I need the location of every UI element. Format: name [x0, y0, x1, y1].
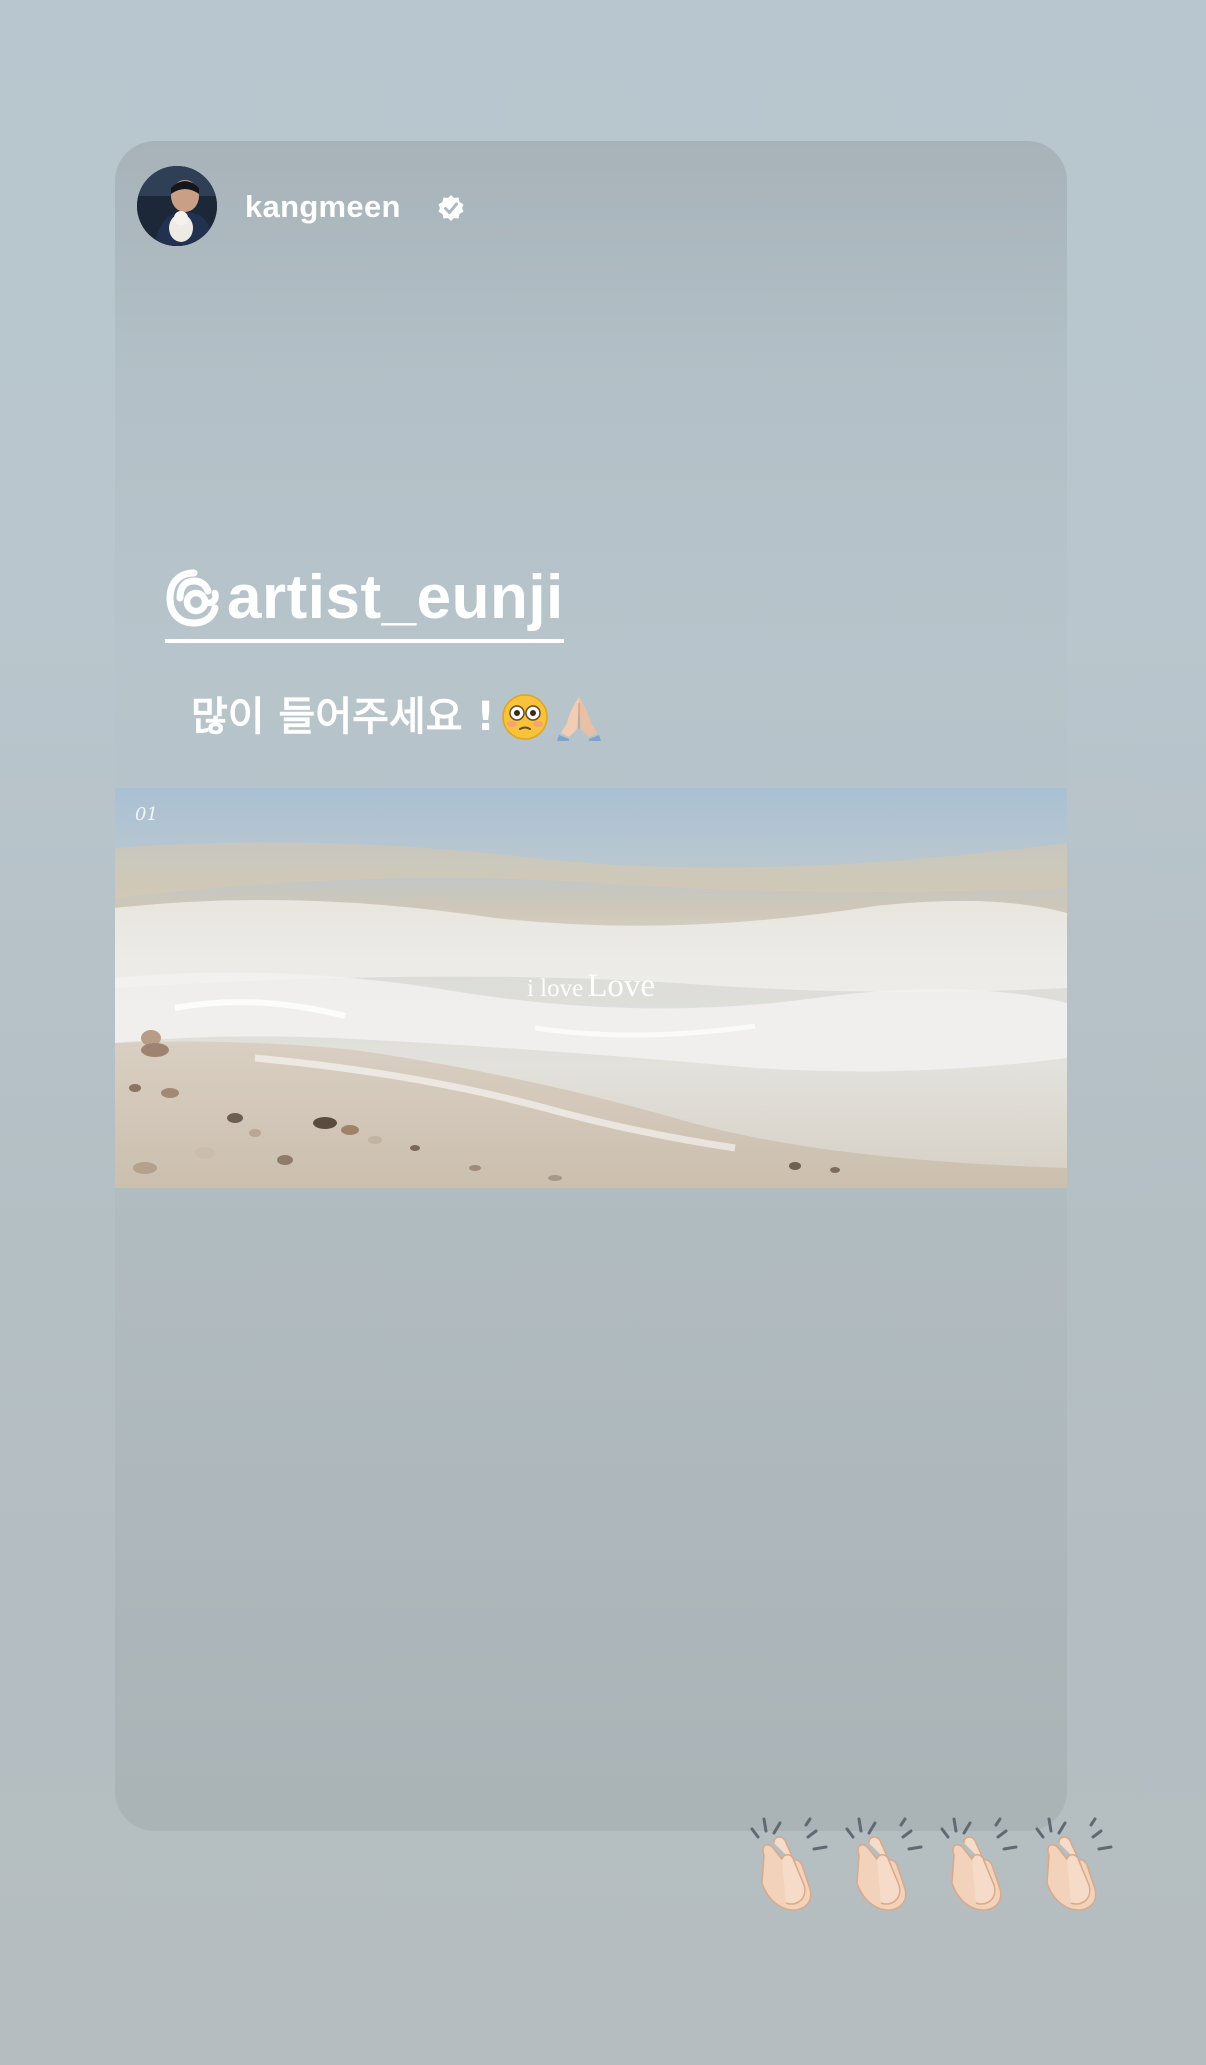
clapping-hands-sticker[interactable] — [744, 1815, 1134, 1915]
caption: 많이 들어주세요 ! — [191, 687, 603, 747]
clapping-hands-emoji — [750, 1817, 828, 1911]
mention-username: artist_eunji — [227, 563, 564, 632]
story-card: kangmeen artist_eunji 많이 들어주세요 ! 01 i lo… — [115, 141, 1067, 1831]
verified-badge-icon — [438, 195, 464, 221]
folded-hands-emoji — [556, 697, 601, 741]
username[interactable]: kangmeen — [245, 187, 401, 227]
clapping-hands-emoji — [845, 1817, 923, 1911]
flushed-face-emoji — [501, 694, 548, 740]
clapping-hands-emoji — [1035, 1817, 1113, 1911]
video-title-small: i love — [526, 975, 584, 1002]
video-title-big: Love — [587, 968, 656, 1004]
caption-text: 많이 들어주세요 ! — [191, 694, 495, 740]
mention-sticker[interactable]: artist_eunji — [165, 559, 564, 643]
video-title: i love Love — [115, 966, 1067, 1012]
clapping-hands-emoji — [940, 1817, 1018, 1911]
music-video-preview[interactable]: 01 i love Love — [115, 788, 1067, 1188]
track-number: 01 — [135, 804, 158, 825]
avatar[interactable] — [137, 166, 217, 246]
threads-icon — [166, 569, 219, 627]
